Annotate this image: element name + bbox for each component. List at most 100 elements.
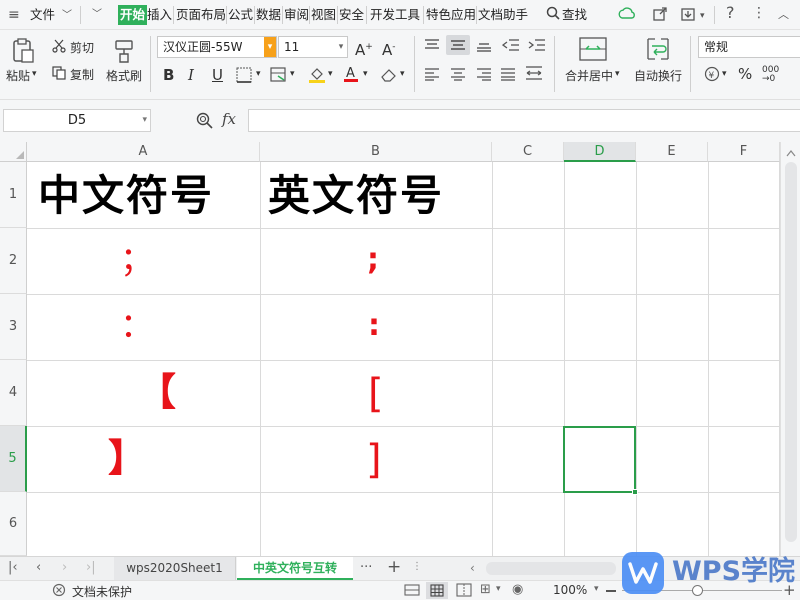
chevron-down-icon[interactable]: ▾ <box>594 584 599 594</box>
column-header-a[interactable]: A <box>27 142 260 162</box>
fx-icon[interactable]: fx <box>222 110 236 128</box>
justify-icon[interactable] <box>500 67 516 84</box>
align-middle-button[interactable] <box>446 35 470 55</box>
cell-b5[interactable]: ] <box>366 436 382 484</box>
font-name-select[interactable]: 汉仪正圆-55W ▾ <box>157 36 277 58</box>
tab-home[interactable]: 开始 <box>118 5 148 25</box>
merge-center-button[interactable]: 合并居中 <box>565 67 613 84</box>
file-menu[interactable]: 文件 <box>30 5 55 25</box>
paste-dropdown-icon[interactable]: ▾ <box>32 69 37 79</box>
format-painter-button[interactable]: 格式刷 <box>106 67 142 84</box>
decrease-indent-icon[interactable] <box>501 38 520 55</box>
more-sheets-button[interactable]: ··· <box>360 560 372 575</box>
cell-a3[interactable]: ： <box>120 306 154 346</box>
thousands-separator-icon[interactable]: 000 →0 <box>762 66 779 84</box>
copy-button[interactable]: 复制 <box>70 66 94 83</box>
cell-b2[interactable]: ; <box>367 240 379 280</box>
number-format-select[interactable]: 常规 <box>698 36 800 58</box>
reading-mode-icon[interactable]: ⊞ <box>480 582 491 597</box>
chevron-down-icon[interactable]: ▾ <box>328 69 333 79</box>
collapse-ribbon-icon[interactable]: ︿ <box>778 7 789 23</box>
decrease-font-icon[interactable]: A- <box>382 38 396 59</box>
distributed-align-icon[interactable] <box>524 65 544 84</box>
align-left-icon[interactable] <box>424 67 440 84</box>
first-sheet-icon[interactable]: |‹ <box>8 560 18 575</box>
eraser-icon[interactable] <box>380 67 398 86</box>
tab-data[interactable]: 数据 <box>256 5 281 25</box>
eye-protect-icon[interactable] <box>404 583 420 600</box>
chevron-down-icon[interactable]: ﹀ <box>62 8 72 24</box>
paste-label[interactable]: 粘贴 <box>6 67 30 84</box>
increase-indent-icon[interactable] <box>528 38 546 55</box>
paste-button[interactable] <box>8 36 38 66</box>
page-break-view-icon[interactable] <box>456 583 472 600</box>
font-size-select[interactable]: 11 ▾ <box>278 36 348 58</box>
align-right-icon[interactable] <box>476 67 492 84</box>
bold-button[interactable]: B <box>163 66 174 84</box>
wrap-text-button[interactable]: 自动换行 <box>634 67 682 84</box>
tab-security[interactable]: 安全 <box>339 5 364 25</box>
column-header-b[interactable]: B <box>260 142 492 162</box>
next-sheet-icon[interactable]: › <box>62 560 67 575</box>
export-icon[interactable] <box>680 6 696 26</box>
share-icon[interactable] <box>652 6 668 26</box>
chevron-down-icon[interactable]: ▾ <box>290 69 295 79</box>
row-header-1[interactable]: 1 <box>0 162 27 228</box>
chevron-down-icon[interactable]: ▾ <box>363 69 368 79</box>
cell-b1[interactable]: 英文符号 <box>268 172 444 220</box>
last-sheet-icon[interactable]: ›| <box>86 560 96 575</box>
currency-icon[interactable]: ¥ <box>704 66 720 85</box>
chevron-down-icon[interactable]: ▾ <box>496 584 501 594</box>
vertical-scrollbar[interactable] <box>780 142 800 556</box>
chevron-down-icon[interactable]: ▾ <box>400 69 405 79</box>
cloud-sync-icon[interactable] <box>618 6 636 26</box>
search-label[interactable]: 查找 <box>562 5 587 25</box>
row-header-6[interactable]: 6 <box>0 492 27 556</box>
row-header-4[interactable]: 4 <box>0 360 27 426</box>
tab-doc-assistant[interactable]: 文档助手 <box>478 5 528 25</box>
hamburger-icon[interactable]: ≡ <box>8 7 20 23</box>
cell-a2[interactable]: ； <box>120 240 154 280</box>
cell-b4[interactable]: [ <box>368 370 384 418</box>
cell-a1[interactable]: 中文符号 <box>38 172 214 220</box>
sheet-tab-1[interactable]: wps2020Sheet1 <box>114 557 236 580</box>
selected-cell-d5[interactable] <box>563 426 638 495</box>
vertical-scroll-thumb[interactable] <box>785 162 797 542</box>
tab-insert[interactable]: 插入 <box>147 5 172 25</box>
select-all-corner[interactable] <box>0 142 27 162</box>
tab-view[interactable]: 视图 <box>311 5 336 25</box>
cell-b3[interactable]: : <box>368 306 380 346</box>
chevron-down-icon[interactable]: ▾ <box>615 69 620 79</box>
align-bottom-icon[interactable] <box>476 38 492 55</box>
scroll-up-icon[interactable] <box>786 146 796 157</box>
zoom-search-icon[interactable] <box>196 112 213 132</box>
cell-a5[interactable]: 】 <box>108 434 146 482</box>
help-icon[interactable]: ? <box>726 5 735 21</box>
quick-access-dropdown-icon[interactable]: ﹀ <box>92 7 102 23</box>
cell-style-icon[interactable] <box>270 67 288 86</box>
tab-page-layout[interactable]: 页面布局 <box>176 5 226 25</box>
percent-button[interactable]: % <box>738 65 752 83</box>
add-sheet-button[interactable]: + <box>387 557 401 577</box>
more-options-icon[interactable]: ⋮ <box>752 5 766 21</box>
zoom-level[interactable]: 100% <box>553 583 587 597</box>
tab-formulas[interactable]: 公式 <box>228 5 253 25</box>
eye-icon[interactable]: ◉ <box>512 582 523 597</box>
chevron-down-icon[interactable]: ▾ <box>722 69 727 79</box>
font-color-icon[interactable]: A <box>343 65 359 86</box>
scroll-left-icon[interactable]: ‹ <box>470 561 475 575</box>
italic-button[interactable]: I <box>188 66 194 84</box>
normal-view-button[interactable] <box>426 582 448 599</box>
horizontal-scroll-thumb[interactable] <box>486 562 616 575</box>
cut-button[interactable]: 剪切 <box>70 39 94 56</box>
increase-font-icon[interactable]: A+ <box>355 38 373 59</box>
export-dropdown-icon[interactable]: ▾ <box>700 8 705 24</box>
zoom-out-button[interactable] <box>606 590 616 592</box>
tab-review[interactable]: 审阅 <box>284 5 309 25</box>
underline-button[interactable]: U <box>212 66 223 84</box>
tab-developer[interactable]: 开发工具 <box>370 5 420 25</box>
prev-sheet-icon[interactable]: ‹ <box>36 560 41 575</box>
sheet-tab-2[interactable]: 中英文符号互转 <box>237 557 353 580</box>
row-header-5[interactable]: 5 <box>0 426 27 492</box>
align-center-icon[interactable] <box>450 67 466 84</box>
